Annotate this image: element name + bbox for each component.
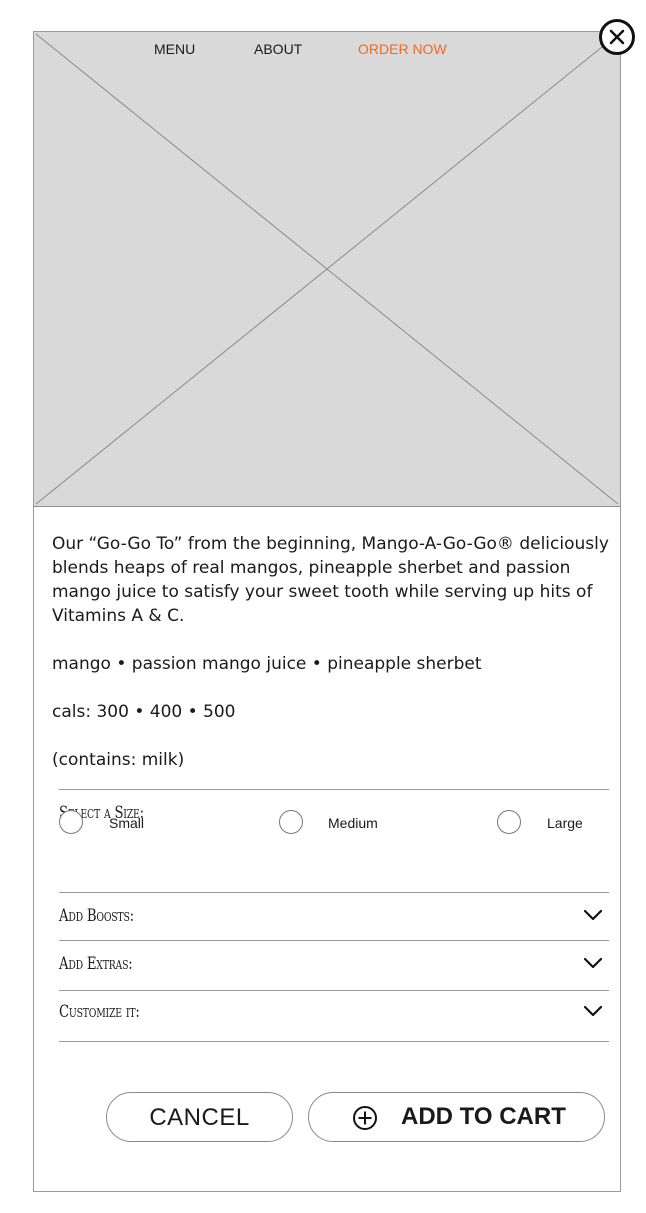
chevron-down-icon <box>583 1005 603 1017</box>
product-calories: cals: 300 • 400 • 500 <box>52 702 236 722</box>
accordion-add-extras[interactable]: Add Extras: <box>59 942 609 988</box>
divider <box>59 789 609 790</box>
accordion-add-boosts[interactable]: Add Boosts: <box>59 894 609 940</box>
add-to-cart-label: ADD TO CART <box>401 1103 566 1130</box>
product-description: Our “Go-Go To” from the beginning, Mango… <box>52 534 609 626</box>
divider <box>59 940 609 941</box>
nav-item-order-now[interactable]: ORDER NOW <box>358 41 447 57</box>
product-allergens: (contains: milk) <box>52 750 185 770</box>
top-nav: MENU ABOUT ORDER NOW <box>34 41 620 61</box>
size-option-label: Large <box>547 815 583 831</box>
nav-item-menu[interactable]: MENU <box>154 41 195 57</box>
size-option-label: Small <box>109 815 145 831</box>
image-placeholder-cross <box>35 33 619 505</box>
chevron-down-icon <box>583 957 603 969</box>
product-details: Our “Go-Go To” from the beginning, Mango… <box>52 532 612 772</box>
accordion-label: Add Boosts: <box>59 906 134 926</box>
divider <box>59 892 609 893</box>
size-small-radio[interactable] <box>59 810 83 834</box>
product-ingredients: mango • passion mango juice • pineapple … <box>52 654 482 674</box>
close-button[interactable] <box>599 19 635 55</box>
chevron-down-icon <box>583 909 603 921</box>
close-circle-icon <box>609 29 625 45</box>
product-image-placeholder: MENU ABOUT ORDER NOW <box>34 32 620 507</box>
accordion-label: Add Extras: <box>59 954 133 974</box>
size-large-radio[interactable] <box>497 810 521 834</box>
accordion-label: Customize it: <box>59 1002 140 1022</box>
nav-item-about[interactable]: ABOUT <box>254 41 302 57</box>
accordion-customize-it[interactable]: Customize it: <box>59 990 609 1036</box>
plus-circle-icon <box>353 1106 377 1130</box>
cancel-button-label: CANCEL <box>149 1104 250 1131</box>
size-medium-radio[interactable] <box>279 810 303 834</box>
divider <box>59 1041 609 1042</box>
add-to-cart-button[interactable]: ADD TO CART <box>308 1092 605 1142</box>
cancel-button[interactable]: CANCEL <box>106 1092 293 1142</box>
size-option-label: Medium <box>328 815 378 831</box>
